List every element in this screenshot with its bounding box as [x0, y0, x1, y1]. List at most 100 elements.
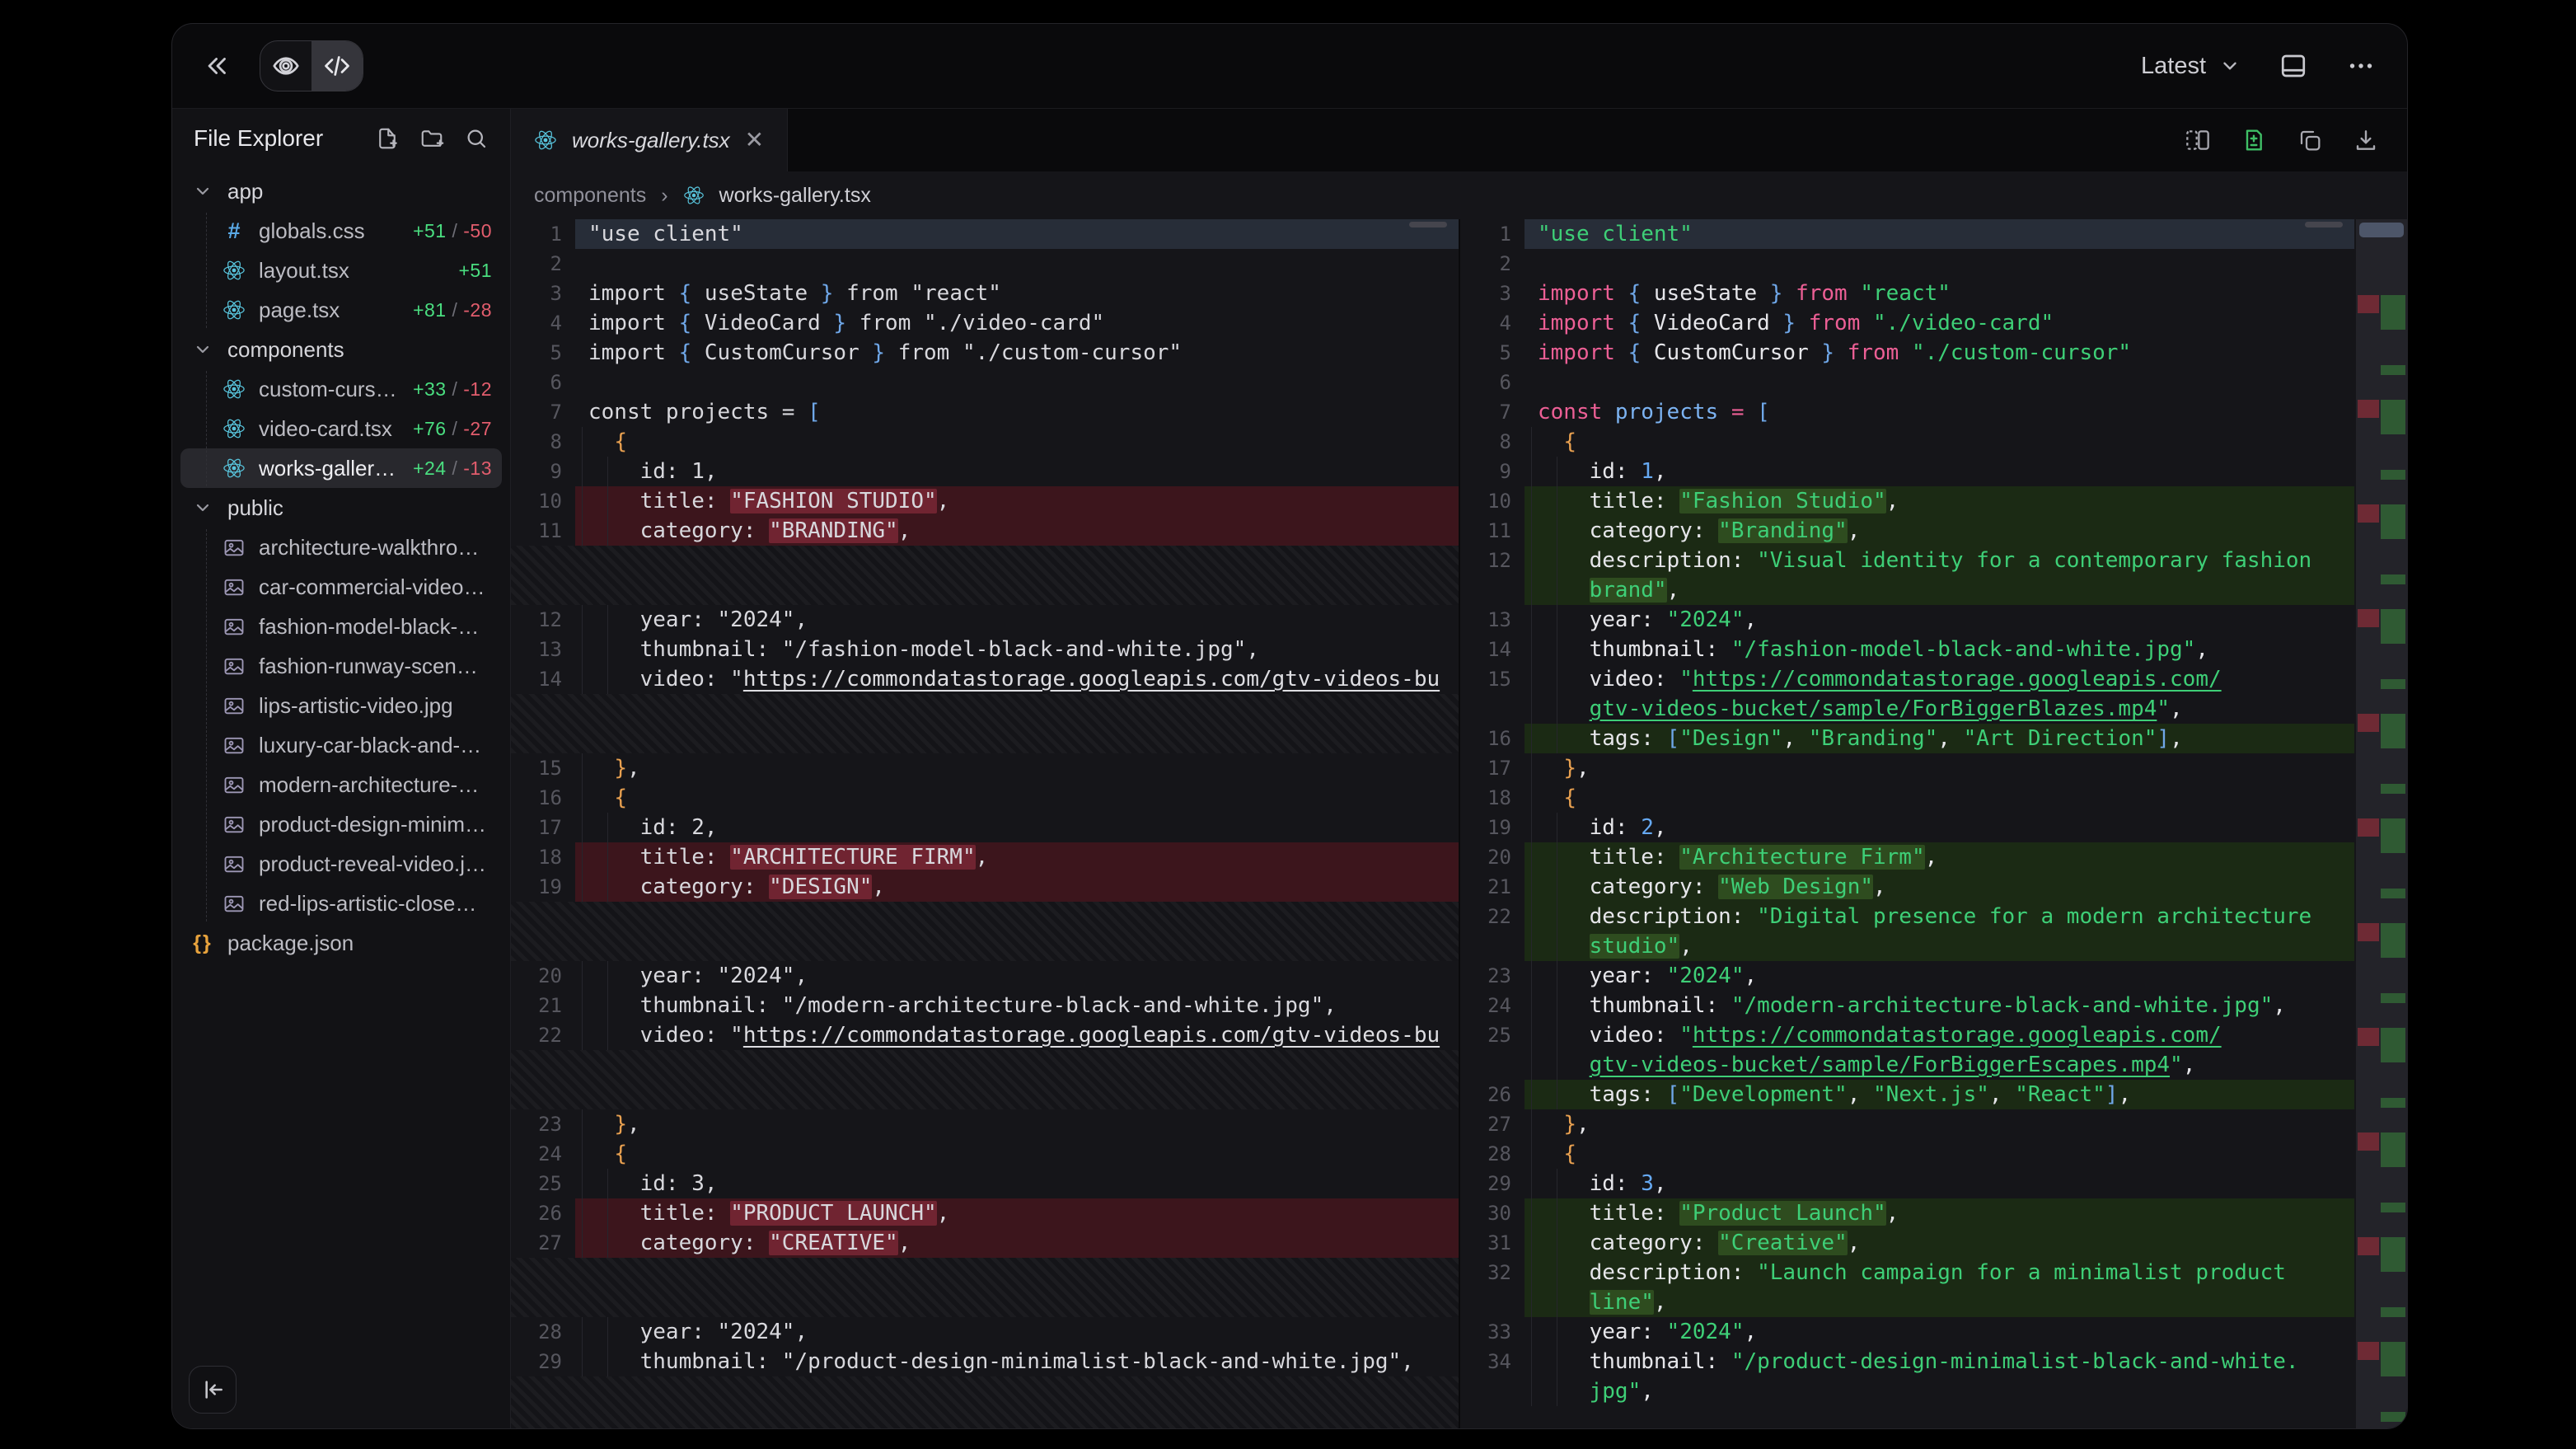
line-number: 34: [1460, 1347, 1525, 1406]
image-icon: [222, 615, 246, 638]
image-icon: [222, 536, 246, 559]
code-content: thumbnail: "/fashion-model-black-and-whi…: [575, 635, 1459, 664]
code-row: 17 },: [1460, 753, 2354, 783]
code-row: 15 },: [511, 753, 1459, 783]
code-content: {: [575, 427, 1459, 457]
tree-item-product-reveal-video.j[interactable]: product-reveal-video.j…: [180, 844, 502, 884]
tree-folder-app[interactable]: app: [180, 171, 502, 211]
line-number: 30: [1460, 1198, 1525, 1228]
panel-layout-button[interactable]: [2279, 51, 2308, 81]
diff-pane-original[interactable]: 1"use client"23import { useState } from …: [511, 219, 1460, 1428]
tree-item-package.json[interactable]: {}package.json: [180, 923, 502, 963]
line-number: 12: [511, 605, 575, 635]
line-number: 33: [1460, 1317, 1525, 1347]
ruler-mark-green: [2381, 1307, 2405, 1317]
tree-item-fashion-model-black-[interactable]: fashion-model-black-…: [180, 607, 502, 646]
diff-row-added: 11 category: "Branding",: [1460, 516, 2354, 546]
react-icon: [222, 417, 246, 440]
line-number: 2: [511, 249, 575, 279]
tree-item-car-commercial-video[interactable]: car-commercial-video…: [180, 567, 502, 607]
code-content: title: "ARCHITECTURE FIRM",: [575, 842, 1459, 872]
tree-folder-public[interactable]: public: [180, 488, 502, 528]
code-content: },: [1525, 1109, 2354, 1139]
ruler-mark-red: [2358, 818, 2379, 837]
ruler-mark-green: [2381, 923, 2405, 958]
chevron-down-icon: [190, 340, 215, 359]
diff-stats: +81 / -28: [413, 299, 492, 321]
braces-icon: {}: [190, 931, 215, 955]
code-toggle-button[interactable]: [311, 41, 363, 91]
breadcrumb-folder[interactable]: components: [534, 184, 646, 208]
diff-overview-ruler[interactable]: [2356, 219, 2407, 1428]
file-name: layout.tsx: [259, 258, 349, 284]
code-content: title: "FASHION STUDIO",: [575, 486, 1459, 516]
diff-row-removed: 27 category: "CREATIVE",: [511, 1228, 1459, 1258]
code-content: category: "Web Design",: [1525, 872, 2354, 902]
collapse-panel-icon[interactable]: [204, 52, 232, 80]
tree-folder-components[interactable]: components: [180, 330, 502, 369]
collapse-sidebar-button[interactable]: [189, 1366, 237, 1414]
tree-item-layout.tsx[interactable]: layout.tsx+51: [180, 251, 502, 290]
tree-item-red-lips-artistic-close[interactable]: red-lips-artistic-close…: [180, 884, 502, 923]
download-icon[interactable]: [2353, 127, 2379, 153]
line-number: 6: [1460, 368, 1525, 397]
version-dropdown[interactable]: Latest: [2141, 53, 2241, 80]
code-row: 20 year: "2024",: [511, 961, 1459, 991]
line-number: 28: [511, 1317, 575, 1347]
close-tab-icon[interactable]: ✕: [745, 129, 764, 152]
file-name: fashion-runway-scen…: [259, 654, 478, 679]
file-name: page.tsx: [259, 298, 340, 323]
new-folder-button[interactable]: [419, 126, 444, 151]
code-row: 5import { CustomCursor } from "./custom-…: [511, 338, 1459, 368]
code-row: 3import { useState } from "react": [511, 279, 1459, 308]
line-number: 16: [511, 783, 575, 813]
code-content: const projects = [: [575, 397, 1459, 427]
scrollbar-thumb[interactable]: [2305, 222, 2343, 227]
line-number: 10: [1460, 486, 1525, 516]
diff-view: 1"use client"23import { useState } from …: [511, 219, 2407, 1428]
tree-item-luxury-car-black-and-[interactable]: luxury-car-black-and-…: [180, 725, 502, 765]
tree-item-fashion-runway-scen[interactable]: fashion-runway-scen…: [180, 646, 502, 686]
new-file-button[interactable]: [375, 126, 400, 151]
diff-row-added: 31 category: "Creative",: [1460, 1228, 2354, 1258]
search-icon[interactable]: [464, 126, 489, 151]
split-view-button[interactable]: [2185, 127, 2211, 153]
code-content: category: "DESIGN",: [575, 872, 1459, 902]
preview-toggle-button[interactable]: [260, 41, 311, 91]
diff-row-added: 32 description: "Launch campaign for a m…: [1460, 1258, 2354, 1317]
ruler-mark-green: [2381, 889, 2405, 898]
tree-item-video-card.tsx[interactable]: video-card.tsx+76 / -27: [180, 409, 502, 448]
copy-icon[interactable]: [2297, 127, 2323, 153]
tree-item-works-galler[interactable]: works-galler…+24 / -13: [180, 448, 502, 488]
tree-item-lips-artistic-video.jpg[interactable]: lips-artistic-video.jpg: [180, 686, 502, 725]
code-content: import { VideoCard } from "./video-card": [575, 308, 1459, 338]
tree-item-product-design-minim[interactable]: product-design-minim…: [180, 804, 502, 844]
tree-item-globals.css[interactable]: #globals.css+51 / -50: [180, 211, 502, 251]
code-content: thumbnail: "/fashion-model-black-and-whi…: [1525, 635, 2354, 664]
line-number: 9: [1460, 457, 1525, 486]
file-name: modern-architecture-…: [259, 772, 479, 798]
tree-item-page.tsx[interactable]: page.tsx +81 / -28: [180, 290, 502, 330]
scrollbar-thumb[interactable]: [1409, 222, 1447, 227]
code-content: thumbnail: "/product-design-minimalist-b…: [1525, 1347, 2354, 1406]
tree-item-architecture-walkthro[interactable]: architecture-walkthro…: [180, 528, 502, 567]
chevron-down-icon: [190, 181, 215, 201]
diff-stats: +51 / -50: [413, 220, 492, 242]
code-row: 28 {: [1460, 1139, 2354, 1169]
code-row: 1"use client": [511, 219, 1459, 249]
diff-row-added: 26 tags: ["Development", "Next.js", "Rea…: [1460, 1080, 2354, 1109]
diff-pane-modified[interactable]: 1"use client"23import { useState } from …: [1460, 219, 2354, 1428]
line-number: 3: [511, 279, 575, 308]
code-row: 29 thumbnail: "/product-design-minimalis…: [511, 1347, 1459, 1376]
more-options-button[interactable]: [2346, 51, 2376, 81]
line-number: 20: [511, 961, 575, 991]
tree-item-custom-curs[interactable]: custom-curs…+33 / -12: [180, 369, 502, 409]
line-number: 6: [511, 368, 575, 397]
tree-item-modern-architecture-[interactable]: modern-architecture-…: [180, 765, 502, 804]
line-number: 14: [511, 664, 575, 694]
line-number: 13: [1460, 605, 1525, 635]
tab-works-gallery[interactable]: works-gallery.tsx ✕: [511, 109, 788, 171]
code-content: id: 2,: [575, 813, 1459, 842]
line-number: 11: [1460, 516, 1525, 546]
diff-view-button[interactable]: [2241, 127, 2267, 153]
